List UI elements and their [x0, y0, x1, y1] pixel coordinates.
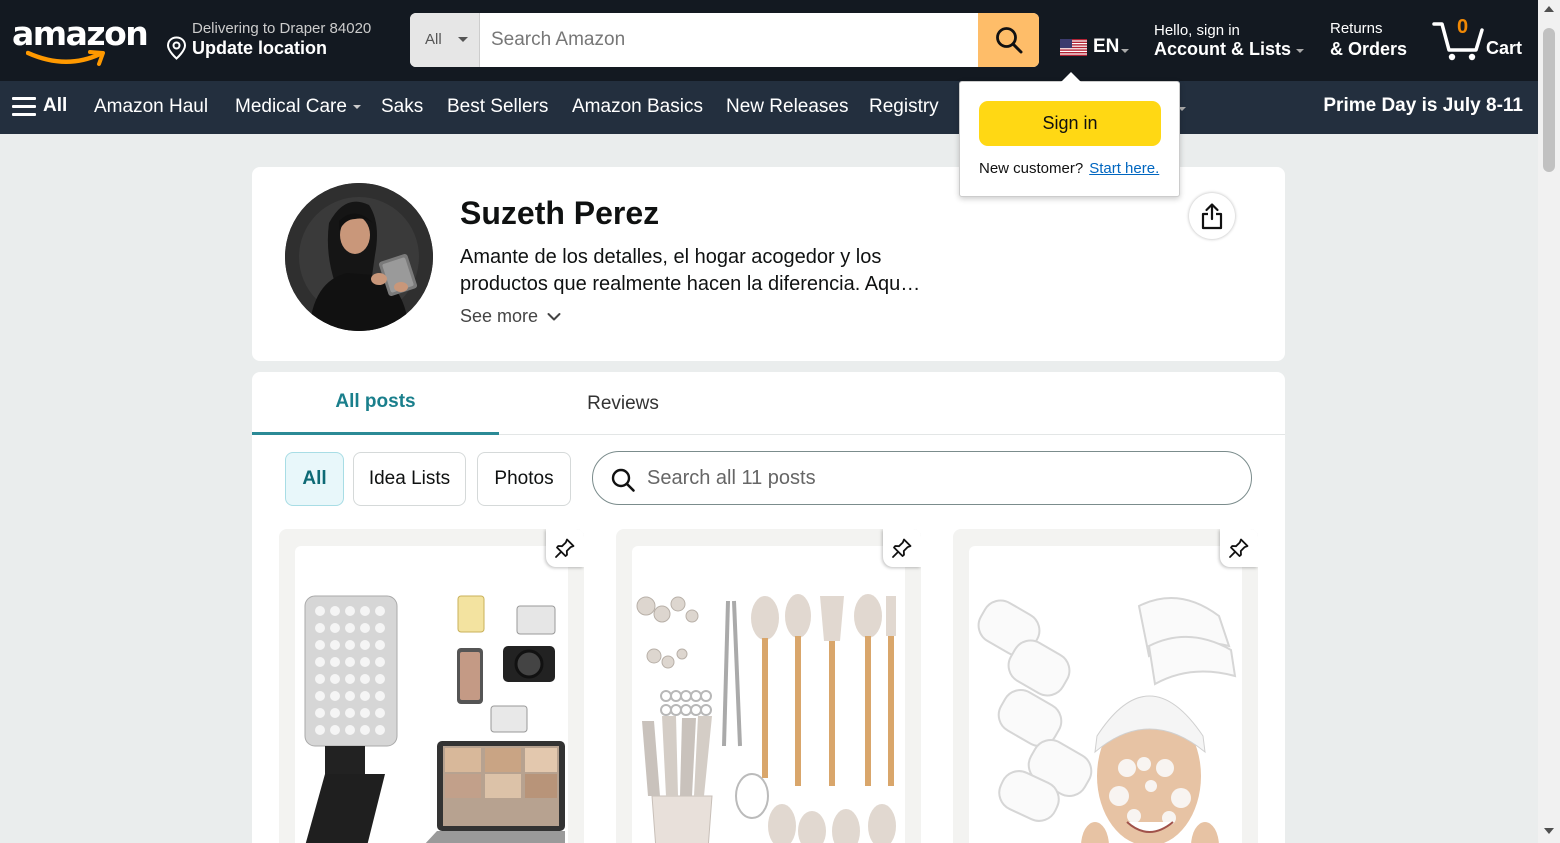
pin-button[interactable]	[1220, 529, 1258, 567]
language-code: EN	[1093, 36, 1120, 57]
posts-panel: All posts Reviews All Idea Lists Photos	[252, 372, 1285, 843]
avatar	[285, 183, 433, 331]
chevron-down-icon	[547, 313, 561, 321]
share-button[interactable]	[1189, 193, 1235, 239]
filter-chip-all[interactable]: All	[285, 452, 344, 506]
account-line1: Hello, sign in	[1154, 22, 1240, 39]
returns-orders[interactable]: Returns & Orders	[1330, 20, 1422, 64]
post-card[interactable]	[953, 529, 1258, 843]
search-input[interactable]	[480, 13, 978, 67]
delivery-location[interactable]: Delivering to Draper 84020 Update locati…	[166, 18, 396, 64]
signin-button[interactable]: Sign in	[979, 101, 1161, 146]
delivery-line1: Delivering to Draper 84020	[192, 20, 372, 37]
posts-tabs: All posts Reviews	[252, 372, 1285, 435]
delivery-line2: Update location	[192, 38, 328, 58]
posts-search-input[interactable]	[647, 453, 1237, 503]
nav-item-medical-care[interactable]: Medical Care	[235, 96, 361, 118]
profile-bio: Amante de los detalles, el hogar acogedo…	[460, 244, 960, 298]
magnifier-icon	[995, 27, 1022, 54]
flyout-arrow	[1061, 72, 1081, 82]
caret-down-icon	[352, 104, 361, 109]
smile-arrow-icon	[26, 50, 105, 66]
returns-line2: & Orders	[1330, 39, 1408, 59]
search-icon	[611, 468, 635, 492]
filter-chip-photos[interactable]: Photos	[477, 452, 571, 506]
all-menu-label: All	[43, 95, 68, 116]
tab-all-posts[interactable]: All posts	[252, 372, 499, 435]
account-line2: Account & Lists	[1154, 39, 1292, 59]
cart-count: 0	[1457, 16, 1469, 38]
spa-headband-product-photo	[969, 546, 1242, 843]
post-card[interactable]	[279, 529, 584, 843]
page-scrollbar[interactable]	[1538, 0, 1560, 843]
share-icon	[1201, 203, 1223, 230]
see-more-button[interactable]: See more	[460, 306, 561, 327]
caret-down-icon	[458, 37, 468, 42]
nav-item-label: Medical Care	[235, 96, 347, 117]
amazon-logo[interactable]: amazon	[12, 14, 149, 70]
account-lists[interactable]: Hello, sign in Account & Lists	[1154, 20, 1314, 64]
search-category-label: All	[425, 31, 442, 48]
post-card[interactable]	[616, 529, 921, 843]
bio-line: productos que realmente hacen la diferen…	[460, 273, 921, 295]
us-flag-icon	[1060, 39, 1087, 56]
search-category-select[interactable]: All	[410, 13, 480, 67]
pin-button[interactable]	[883, 529, 921, 567]
caret-down-icon	[1121, 49, 1129, 53]
scrollbar-thumb[interactable]	[1543, 28, 1555, 172]
pin-icon	[892, 538, 912, 558]
led-video-light-product-photo	[295, 546, 568, 843]
new-customer-row: New customer? Start here.	[979, 160, 1159, 177]
search-button[interactable]	[978, 13, 1039, 67]
scroll-up-arrow-icon[interactable]	[1544, 6, 1554, 12]
bio-line: Amante de los detalles, el hogar acogedo…	[460, 246, 882, 268]
caret-down-icon	[1296, 49, 1304, 53]
nav-item-saks[interactable]: Saks	[381, 96, 423, 118]
see-more-label: See more	[460, 306, 539, 326]
pin-icon	[1229, 538, 1249, 558]
nav-item-amazon-basics[interactable]: Amazon Basics	[572, 96, 703, 118]
nav-item-new-releases[interactable]: New Releases	[726, 96, 849, 118]
filter-chip-idea-lists[interactable]: Idea Lists	[353, 452, 466, 506]
scroll-down-arrow-icon[interactable]	[1544, 828, 1554, 834]
signin-flyout: Sign in New customer? Start here.	[959, 81, 1180, 197]
posts-search-field	[592, 451, 1252, 505]
nav-item-best-sellers[interactable]: Best Sellers	[447, 96, 548, 118]
start-here-link[interactable]: Start here.	[1089, 160, 1159, 177]
top-header: amazon Delivering to Draper 84020 Update…	[0, 0, 1538, 81]
pin-button[interactable]	[546, 529, 584, 567]
search-bar: All	[410, 13, 1039, 67]
nav-item-registry[interactable]: Registry	[869, 96, 939, 118]
cart-button[interactable]: 0 Cart	[1432, 16, 1532, 66]
language-selector[interactable]: EN	[1060, 34, 1134, 60]
returns-line1: Returns	[1330, 20, 1383, 37]
profile-name: Suzeth Perez	[460, 195, 660, 231]
tab-reviews[interactable]: Reviews	[499, 372, 747, 435]
nav-bar: All Amazon Haul Medical Care Saks Best S…	[0, 81, 1538, 134]
logo-text: amazon	[12, 14, 149, 53]
pin-icon	[555, 538, 575, 558]
nav-item-amazon-haul[interactable]: Amazon Haul	[94, 96, 208, 118]
cart-label: Cart	[1486, 38, 1523, 58]
map-pin-icon	[166, 36, 187, 60]
hamburger-icon	[12, 97, 36, 117]
kitchen-utensil-set-product-photo	[632, 546, 905, 843]
prime-day-promo[interactable]: Prime Day is July 8-11	[1323, 95, 1523, 117]
new-customer-text: New customer?	[979, 160, 1084, 177]
